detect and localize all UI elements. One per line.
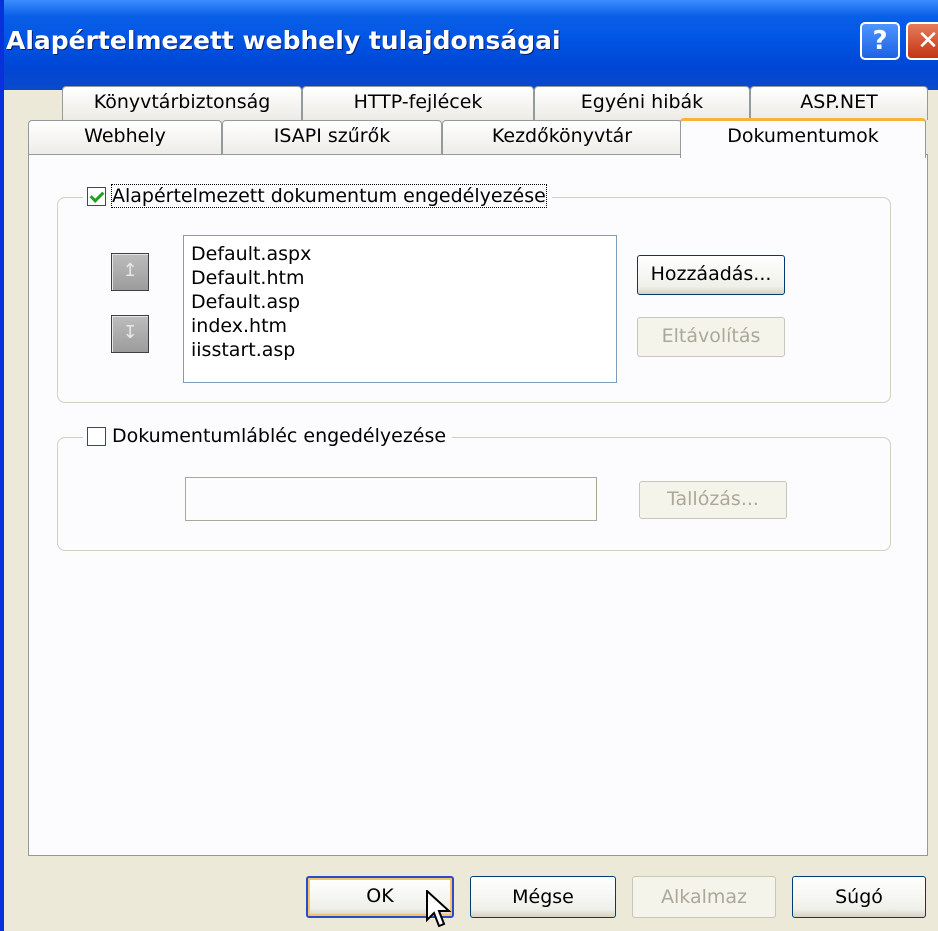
list-item[interactable]: Default.htm bbox=[191, 266, 616, 290]
close-icon[interactable]: ✕ bbox=[906, 22, 938, 60]
browse-button[interactable]: Tallózás... bbox=[639, 481, 787, 519]
enable-document-footer-label[interactable]: Dokumentumlábléc engedélyezése bbox=[112, 425, 446, 447]
default-document-legend: Alapértelmezett dokumentum engedélyezése bbox=[83, 184, 552, 208]
default-document-list[interactable]: Default.aspx Default.htm Default.asp ind… bbox=[183, 235, 617, 383]
tab-kezdokonyvtar[interactable]: Kezdőkönyvtár bbox=[442, 120, 682, 156]
arrow-up-icon: ↥ bbox=[122, 260, 138, 281]
help-icon[interactable]: ? bbox=[860, 22, 900, 60]
add-button[interactable]: Hozzáadás... bbox=[637, 255, 785, 295]
tab-panel-dokumentumok: Alapértelmezett dokumentum engedélyezése… bbox=[28, 154, 928, 856]
arrow-down-icon: ↧ bbox=[122, 322, 138, 343]
list-item[interactable]: Default.aspx bbox=[191, 242, 616, 266]
apply-button[interactable]: Alkalmaz bbox=[632, 876, 776, 918]
move-down-button[interactable]: ↧ bbox=[111, 315, 149, 353]
tab-isapi-szurok[interactable]: ISAPI szűrők bbox=[222, 120, 442, 156]
mouse-cursor-icon bbox=[426, 890, 452, 928]
help-button[interactable]: Súgó bbox=[792, 876, 926, 918]
tab-webhely[interactable]: Webhely bbox=[28, 120, 222, 156]
enable-document-footer-checkbox[interactable] bbox=[87, 426, 106, 446]
move-up-button[interactable]: ↥ bbox=[111, 253, 149, 291]
tab-asp-net[interactable]: ASP.NET bbox=[750, 86, 928, 120]
remove-button[interactable]: Eltávolítás bbox=[637, 317, 785, 357]
tab-dokumentumok[interactable]: Dokumentumok bbox=[680, 118, 926, 158]
tab-konyvtarbiztonsag[interactable]: Könyvtárbiztonság bbox=[62, 86, 302, 120]
list-item[interactable]: iisstart.asp bbox=[191, 338, 616, 362]
enable-default-document-label[interactable]: Alapértelmezett dokumentum engedélyezése bbox=[111, 184, 547, 208]
list-item[interactable]: index.htm bbox=[191, 314, 616, 338]
list-item[interactable]: Default.asp bbox=[191, 290, 616, 314]
properties-dialog: Alapértelmezett webhely tulajdonságai ? … bbox=[0, 0, 938, 931]
enable-default-document-checkbox[interactable] bbox=[87, 186, 106, 206]
tab-egyeni-hibak[interactable]: Egyéni hibák bbox=[534, 86, 750, 120]
footer-path-field[interactable] bbox=[185, 477, 597, 521]
title-bar[interactable]: Alapértelmezett webhely tulajdonságai ? … bbox=[4, 0, 938, 90]
document-footer-legend: Dokumentumlábléc engedélyezése bbox=[83, 425, 453, 447]
cancel-button[interactable]: Mégse bbox=[470, 876, 616, 918]
window-title: Alapértelmezett webhely tulajdonságai bbox=[6, 26, 561, 55]
tab-http-fejlecek[interactable]: HTTP-fejlécek bbox=[302, 86, 534, 120]
